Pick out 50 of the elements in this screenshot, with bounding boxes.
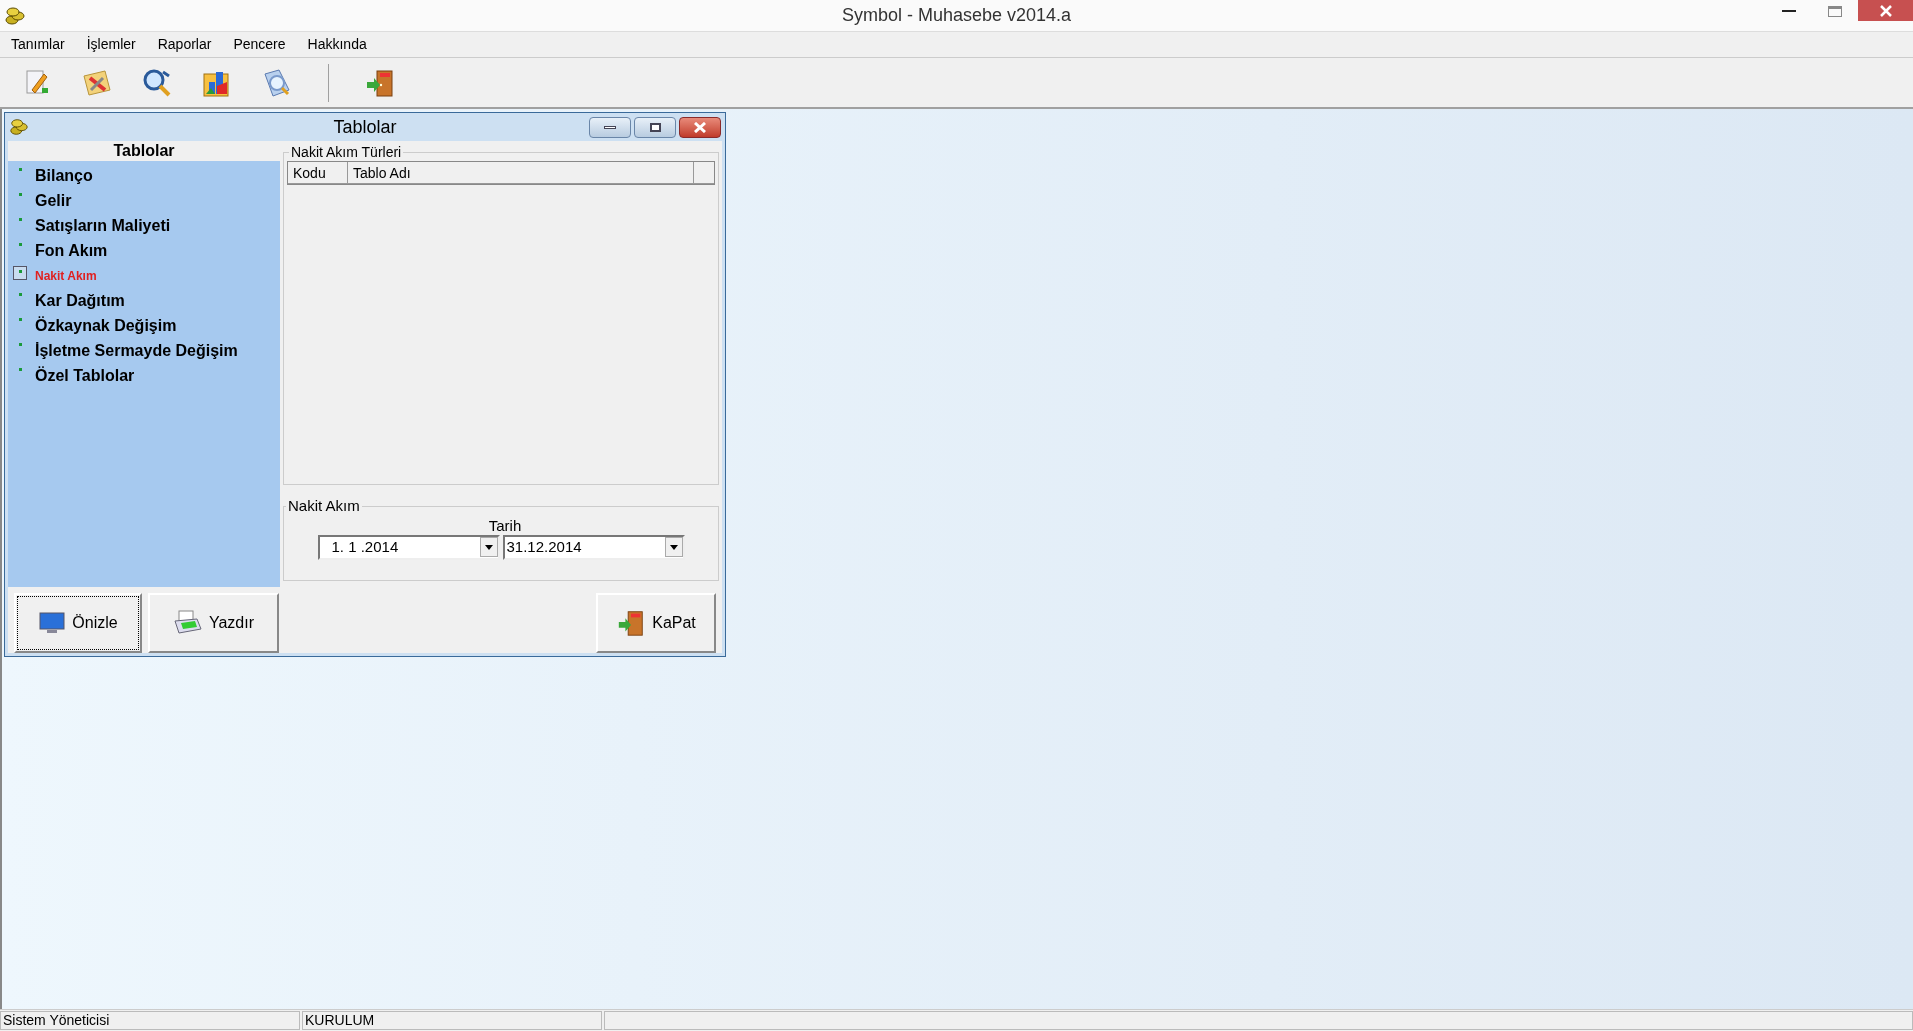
bullet-icon <box>18 192 22 196</box>
bullet-icon <box>18 342 22 346</box>
preview-button[interactable]: Önizle <box>14 593 142 653</box>
sidebar-header: Tablolar <box>8 141 280 161</box>
date-label: Tarih <box>488 517 522 534</box>
magnifier-icon <box>141 67 173 98</box>
minimize-button[interactable] <box>589 116 631 138</box>
window-title: Symbol - Muhasebe v2014.a <box>841 5 1072 25</box>
coins-icon <box>4 4 26 27</box>
bullet-icon <box>18 317 22 321</box>
column-header[interactable]: Tablo Adı <box>348 162 694 183</box>
bullet-icon <box>18 367 22 371</box>
sidebar-item[interactable]: Fon Akım <box>8 238 280 263</box>
menu-item[interactable]: Tanımlar <box>0 32 76 57</box>
bullet-icon <box>18 167 22 171</box>
folder-tools-icon <box>81 67 113 98</box>
window-title: Tablolar <box>333 116 397 137</box>
date-field[interactable]: 31.12.2014 <box>502 534 685 560</box>
close-button[interactable] <box>679 116 721 138</box>
menu-item[interactable]: Raporlar <box>146 32 223 57</box>
sidebar-item[interactable]: Gelir <box>8 188 280 213</box>
monitor-icon <box>38 611 67 635</box>
bullet-icon <box>18 242 22 246</box>
sidebar-item[interactable]: Özkaynak Değişim <box>8 313 280 338</box>
sidebar-item[interactable]: Özel Tablolar <box>8 363 280 388</box>
close-button[interactable] <box>1858 0 1913 21</box>
print-button[interactable]: Yazdır <box>148 593 279 653</box>
sidebar-item[interactable]: İşletme Sermayde Değişim <box>8 338 280 363</box>
column-header[interactable]: Kodu <box>288 162 348 183</box>
sidebar-item[interactable]: Bilanço <box>8 163 280 188</box>
bullet-icon <box>18 217 22 221</box>
sidebar-item[interactable]: Kar Dağıtım <box>8 288 280 313</box>
date-field[interactable]: 1. 1 .2014 <box>317 534 500 560</box>
group-title: Nakit Akım Türleri <box>290 145 403 159</box>
close-icon <box>694 121 706 133</box>
close-button[interactable]: KaPat <box>596 593 716 653</box>
status-panel: KURULUM <box>302 1011 602 1030</box>
menu-item[interactable]: Hakkında <box>296 32 378 57</box>
maximize-button[interactable] <box>634 116 676 138</box>
exit-door-icon <box>364 67 396 98</box>
bullet-icon <box>18 269 22 273</box>
group-title: Nakit Akım <box>287 496 361 516</box>
status-panel: Sistem Yöneticisi <box>0 1011 300 1030</box>
sidebar-item[interactable]: Satışların Maliyeti <box>8 213 280 238</box>
menu-item[interactable]: Pencere <box>222 32 297 57</box>
printer-icon <box>172 609 203 637</box>
menu-item[interactable]: İşlemler <box>75 32 147 57</box>
coins-icon <box>9 117 29 137</box>
bullet-icon <box>18 292 22 296</box>
close-icon <box>1879 4 1892 17</box>
